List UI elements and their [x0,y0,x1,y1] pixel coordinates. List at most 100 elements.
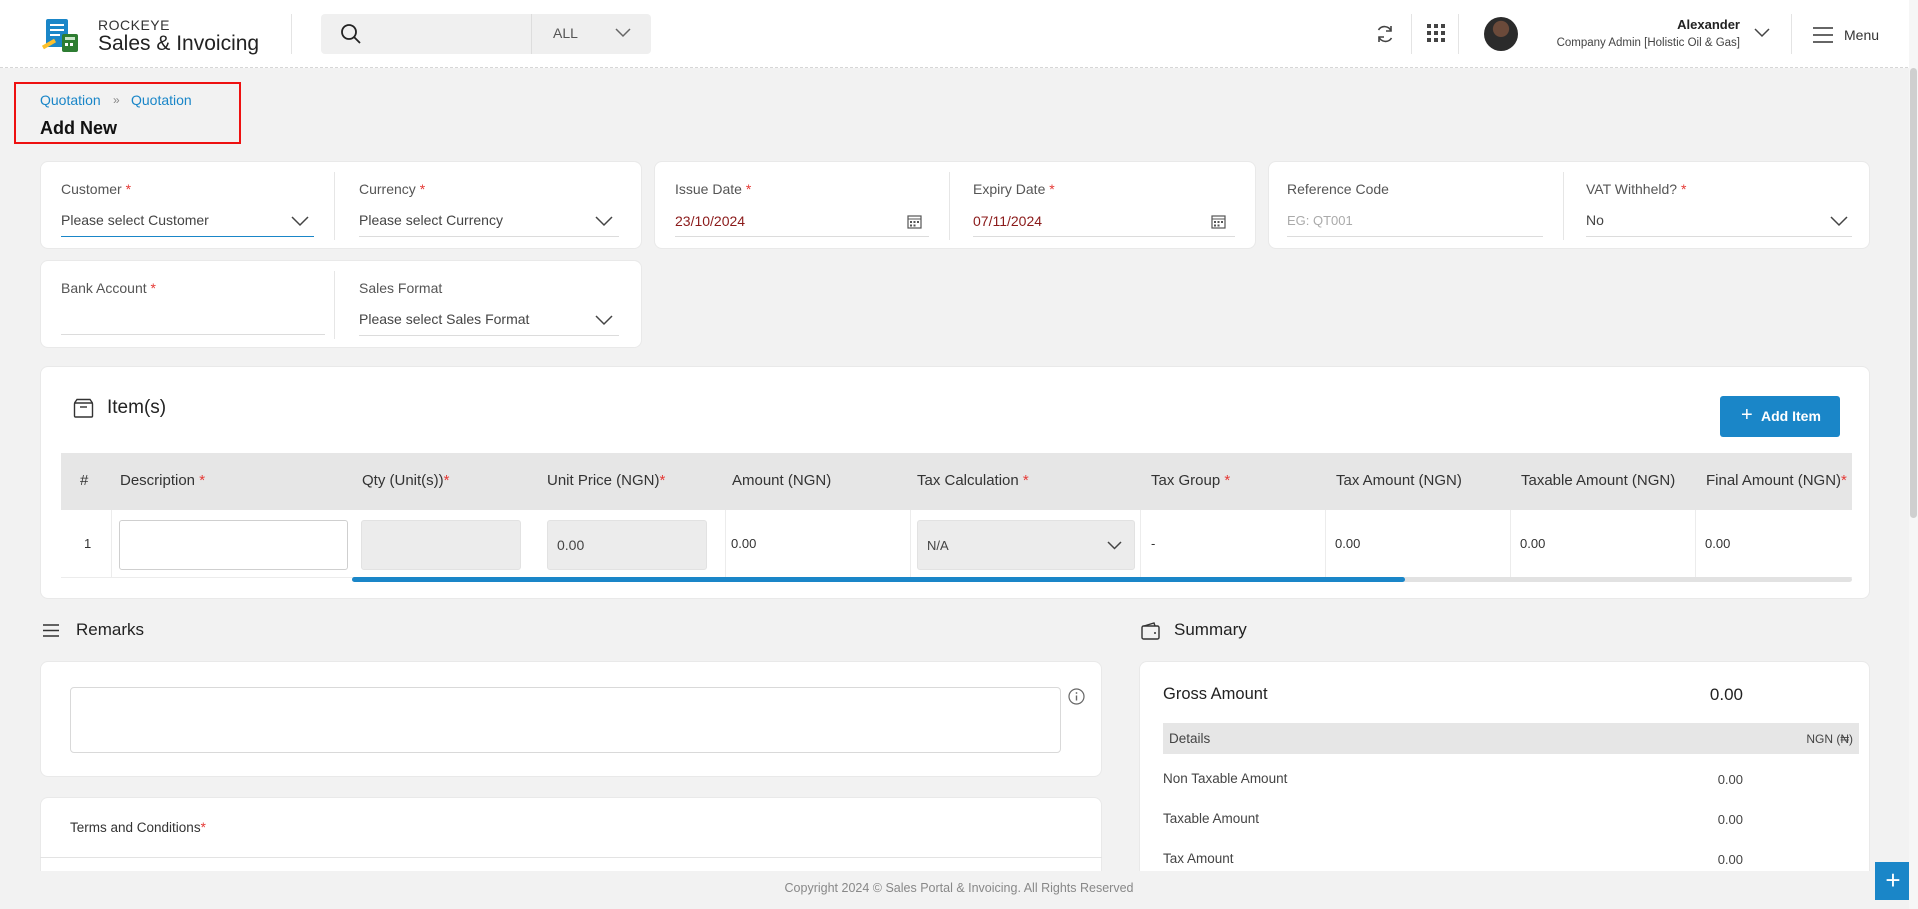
table-scroll-thumb[interactable] [352,577,1405,582]
page-title: Add New [40,118,118,138]
issue-date-underline [675,236,929,237]
remarks-textarea[interactable] [70,687,1061,753]
sales-format-label: Sales Format [359,280,443,296]
unit-price-input[interactable]: 0.00 [547,520,707,570]
issue-date-input[interactable]: 23/10/2024 [675,213,745,229]
cell-divider [1510,510,1511,578]
description-input[interactable] [119,520,348,570]
cell-divider [725,510,726,578]
add-item-button[interactable]: + Add Item [1720,396,1840,437]
dates-card: Issue Date * 23/10/2024 Expiry Date * 07… [654,161,1256,249]
chevron-down-icon[interactable] [1830,216,1848,227]
chevron-right-icon: » [113,93,120,107]
terms-label: Terms and Conditions* [70,820,206,835]
cell-divider [910,510,911,578]
details-label: Details [1169,731,1211,746]
reference-code-label: Reference Code [1287,181,1389,197]
sales-format-underline [359,335,619,336]
col-taxable-amount: Taxable Amount (NGN) [1521,472,1676,489]
terms-divider [40,857,1102,858]
apps-grid-icon[interactable] [1427,24,1445,42]
remarks-title: Remarks [76,620,145,639]
floating-add-button[interactable]: + [1875,862,1911,900]
page-scroll-thumb[interactable] [1910,68,1917,518]
chevron-down-icon[interactable] [595,315,613,326]
vat-withheld-label: VAT Withheld? * [1586,181,1687,197]
row-amount: 0.00 [731,536,757,551]
user-role: Company Admin [Holistic Oil & Gas] [1556,37,1740,49]
col-tax-calculation: Tax Calculation * [917,472,1029,489]
chevron-down-icon [1107,541,1122,550]
tax-calculation-select[interactable]: N/A [917,520,1135,570]
items-title: Item(s) [107,397,167,418]
summary-row-label: Tax Amount [1163,851,1234,866]
row-final-amount: 0.00 [1705,536,1731,551]
reference-code-input[interactable]: EG: QT001 [1287,213,1353,228]
user-name[interactable]: Alexander [1677,17,1740,32]
cell-divider [1325,510,1326,578]
cell-divider [1140,510,1141,578]
row-tax-amount: 0.00 [1335,536,1361,551]
sales-format-select[interactable]: Please select Sales Format [359,311,529,327]
brand-title: Sales & Invoicing [98,32,260,55]
bank-account-label: Bank Account * [61,280,156,296]
gross-amount-label: Gross Amount [1163,685,1268,703]
box-icon [73,398,94,418]
top-header: ROCKEYE Sales & Invoicing ALL Alexander … [0,0,1918,68]
summary-details-header: Details NGN (₦) [1163,723,1859,754]
customer-underline [61,236,314,237]
chevron-down-icon[interactable] [291,216,309,227]
chevron-down-icon[interactable] [1754,28,1770,38]
expiry-date-underline [973,236,1235,237]
calendar-icon[interactable] [907,214,922,229]
header-divider [1411,14,1412,54]
menu-label: Menu [1844,27,1880,43]
cell-divider [1695,510,1696,578]
wallet-icon [1141,622,1160,640]
field-divider [1563,172,1564,240]
invoice-logo-icon [42,19,78,52]
search-scope-label: ALL [553,25,578,41]
table-row: 1 0.00 0.00 N/A - 0.00 0.00 0.00 [61,510,1852,578]
currency-label: Currency * [359,181,426,197]
customer-label: Customer * [61,181,132,197]
col-qty: Qty (Unit(s))* [362,472,450,489]
currency-select[interactable]: Please select Currency [359,212,503,228]
plus-icon: + [1741,404,1753,426]
details-currency: NGN (₦) [1806,732,1853,746]
breadcrumb-link[interactable]: Quotation [40,92,101,108]
avatar[interactable] [1484,17,1518,51]
chevron-down-icon[interactable] [595,216,613,227]
info-icon[interactable] [1068,688,1085,705]
currency-underline [359,236,619,237]
col-tax-group: Tax Group * [1151,472,1231,489]
reference-vat-card: Reference Code EG: QT001 VAT Withheld? *… [1268,161,1870,249]
col-tax-amount: Tax Amount (NGN) [1336,472,1462,489]
customer-currency-card: Customer * Please select Customer Curren… [40,161,642,249]
col-description: Description * [120,472,206,489]
header-divider [291,14,292,54]
summary-title: Summary [1174,620,1247,639]
search-icon [341,24,361,44]
hamburger-icon [1813,27,1833,43]
reference-code-underline [1287,236,1543,237]
summary-row-value: 0.00 [1717,772,1743,787]
refresh-icon[interactable] [1375,24,1395,44]
search-input[interactable] [321,14,531,54]
summary-row-label: Taxable Amount [1163,811,1260,826]
col-final-amount: Final Amount (NGN)* [1706,472,1847,489]
qty-input[interactable] [361,520,521,570]
customer-select[interactable]: Please select Customer [61,212,209,228]
col-unit-price: Unit Price (NGN)* [547,472,666,489]
row-index: 1 [84,536,92,551]
bank-account-underline [61,334,325,335]
vat-withheld-select[interactable]: No [1586,212,1604,228]
expiry-date-input[interactable]: 07/11/2024 [973,213,1042,229]
summary-row-label: Non Taxable Amount [1163,771,1288,786]
search-scope-select[interactable]: ALL [531,14,651,54]
breadcrumb-link[interactable]: Quotation [131,92,192,108]
calendar-icon[interactable] [1211,214,1226,229]
issue-date-label: Issue Date * [675,181,752,197]
items-table-header: # Description * Qty (Unit(s))* Unit Pric… [61,453,1852,510]
chevron-down-icon [615,28,631,38]
